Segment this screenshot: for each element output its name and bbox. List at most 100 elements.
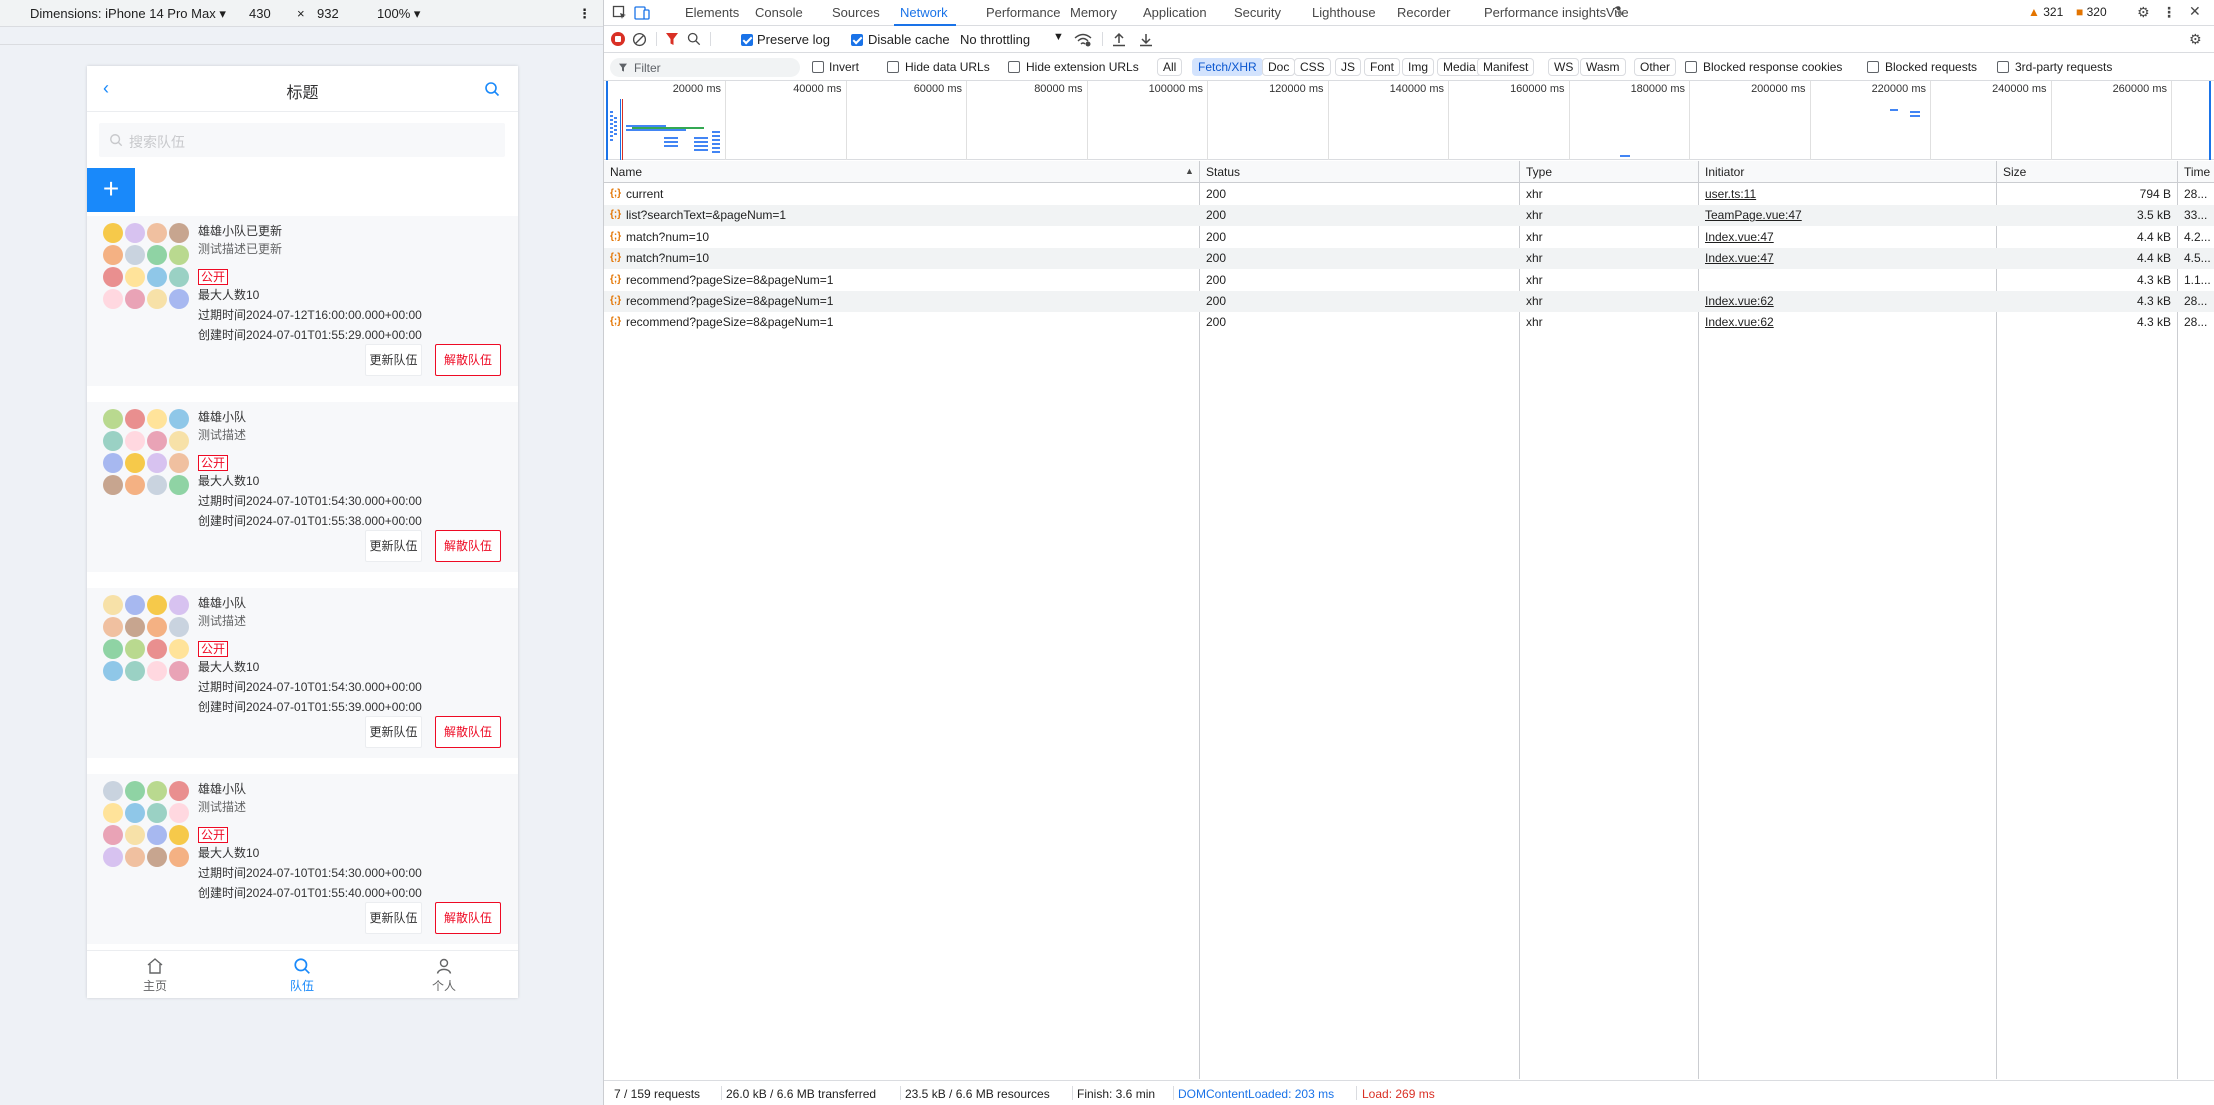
cell-name: list?searchText=&pageNum=1 <box>626 208 787 223</box>
network-overview-timeline[interactable]: 20000 ms 40000 ms 60000 ms 80000 ms 100000 m… <box>604 81 2214 160</box>
filter-icon[interactable] <box>665 32 679 47</box>
blocked-cookies-checkbox[interactable] <box>1685 61 1697 73</box>
third-party-checkbox[interactable] <box>1997 61 2009 73</box>
import-har-icon[interactable] <box>1112 32 1126 47</box>
warnings-badge[interactable]: ▲ 321 <box>2028 5 2063 19</box>
cell-initiator[interactable]: Index.vue:62 <box>1705 294 1989 308</box>
table-row[interactable]: {;} list?searchText=&pageNum=1 200 xhr TeamP… <box>604 205 2214 227</box>
close-icon[interactable]: ✕ <box>2189 3 2201 20</box>
column-header-initiator[interactable]: Initiator <box>1705 165 1744 179</box>
hide-extension-urls-checkbox[interactable] <box>1008 61 1020 73</box>
column-header-type[interactable]: Type <box>1526 165 1552 179</box>
team-avatar <box>102 222 190 310</box>
preserve-log-checkbox[interactable] <box>741 34 753 46</box>
tab-network[interactable]: Network <box>900 5 948 20</box>
cell-initiator[interactable]: Index.vue:62 <box>1705 315 1989 329</box>
tab-application[interactable]: Application <box>1143 5 1207 20</box>
filter-type-wasm[interactable]: Wasm <box>1580 58 1626 76</box>
device-height[interactable]: 932 <box>317 6 339 21</box>
dissolve-team-button[interactable]: 解散队伍 <box>435 530 501 562</box>
tab-console[interactable]: Console <box>755 5 803 20</box>
add-team-button[interactable]: + <box>87 168 135 212</box>
search-icon[interactable] <box>484 81 500 97</box>
throttling-select[interactable]: No throttling <box>960 32 1030 47</box>
invert-checkbox[interactable] <box>812 61 824 73</box>
dissolve-team-button[interactable]: 解散队伍 <box>435 902 501 934</box>
table-row[interactable]: {;} match?num=10 200 xhr Index.vue:47 4.4 kB 4… <box>604 248 2214 270</box>
tab-security[interactable]: Security <box>1234 5 1281 20</box>
column-header-status[interactable]: Status <box>1206 165 1240 179</box>
table-row[interactable]: {;} recommend?pageSize=8&pageNum=1 200 xhr I… <box>604 291 2214 312</box>
xhr-icon: {;} <box>610 273 622 285</box>
device-select[interactable]: Dimensions: iPhone 14 Pro Max ▾ <box>30 6 226 22</box>
filter-type-manifest[interactable]: Manifest <box>1477 58 1535 76</box>
chevron-down-icon[interactable]: ▼ <box>1053 31 1064 43</box>
device-toggle-icon[interactable] <box>634 5 650 21</box>
tab-home[interactable]: 主页 <box>125 957 185 994</box>
clear-icon[interactable] <box>632 32 647 47</box>
tab-performance-insights[interactable]: Performance insights <box>1484 5 1606 20</box>
timeline-tick: 260000 ms <box>2112 83 2167 95</box>
tab-lighthouse[interactable]: Lighthouse <box>1312 5 1376 20</box>
filter-type-font[interactable]: Font <box>1364 58 1401 76</box>
filter-type-ws[interactable]: WS <box>1548 58 1580 76</box>
update-team-button[interactable]: 更新队伍 <box>365 716 422 748</box>
tab-memory[interactable]: Memory <box>1070 5 1117 20</box>
throttling-value: No throttling <box>960 32 1031 47</box>
tab-elements[interactable]: Elements <box>685 5 739 20</box>
cell-initiator[interactable]: Index.vue:47 <box>1705 251 1989 265</box>
more-vert-icon[interactable]: ⋮ <box>578 6 591 22</box>
tab-team[interactable]: 队伍 <box>272 957 332 994</box>
search-input[interactable]: 搜索队伍 <box>99 123 505 157</box>
network-settings-gear-icon[interactable]: ⚙ <box>2189 31 2202 48</box>
table-row[interactable]: {;} match?num=10 200 xhr Index.vue:47 4.4 kB 4… <box>604 227 2214 248</box>
disable-cache-checkbox[interactable] <box>851 34 863 46</box>
dissolve-team-button[interactable]: 解散队伍 <box>435 716 501 748</box>
team-max-members: 最大人数10 <box>198 288 260 302</box>
table-row[interactable]: {;} recommend?pageSize=8&pageNum=1 200 xhr I… <box>604 312 2214 333</box>
filter-type-all[interactable]: All <box>1157 58 1183 76</box>
tab-sources[interactable]: Sources <box>832 5 880 20</box>
inspect-element-icon[interactable] <box>612 5 628 21</box>
column-header-size[interactable]: Size <box>2003 165 2026 179</box>
sort-ascending-icon[interactable]: ▲ <box>1185 166 1194 176</box>
filter-input[interactable]: Filter <box>610 58 800 77</box>
filter-type-img[interactable]: Img <box>1402 58 1435 76</box>
more-vert-icon[interactable]: ⋮ <box>2162 4 2176 21</box>
record-button[interactable] <box>611 32 625 46</box>
timeline-bar <box>1890 109 1898 111</box>
tab-recorder[interactable]: Recorder <box>1397 5 1450 20</box>
filter-type-other[interactable]: Other <box>1634 58 1677 76</box>
filter-type-doc[interactable]: Doc <box>1262 58 1296 76</box>
column-header-time[interactable]: Time <box>2184 165 2210 179</box>
tab-profile[interactable]: 个人 <box>414 957 474 994</box>
cell-initiator[interactable]: user.ts:11 <box>1705 187 1989 201</box>
update-team-button[interactable]: 更新队伍 <box>365 344 422 376</box>
filter-bar: Filter Invert Hide data URLs Hide extens… <box>604 54 2214 81</box>
column-header-name[interactable]: Name <box>610 165 642 179</box>
search-icon[interactable] <box>687 32 701 46</box>
filter-type-media[interactable]: Media <box>1437 58 1482 76</box>
issues-badge[interactable]: ■ 320 <box>2076 5 2107 19</box>
filter-type-css[interactable]: CSS <box>1294 58 1331 76</box>
gear-icon[interactable]: ⚙ <box>2137 4 2150 21</box>
table-row[interactable]: {;} current 200 xhr user.ts:11 794 B 28... <box>604 184 2214 205</box>
cell-initiator[interactable]: Index.vue:47 <box>1705 230 1989 244</box>
table-header: Name Status Type Initiator Size Time ▲ <box>604 161 2214 183</box>
export-har-icon[interactable] <box>1139 32 1153 47</box>
update-team-button[interactable]: 更新队伍 <box>365 530 422 562</box>
device-width[interactable]: 430 <box>249 6 271 21</box>
filter-type-fetchxhr[interactable]: Fetch/XHR <box>1192 58 1263 76</box>
zoom-select[interactable]: 100% ▾ <box>377 6 420 22</box>
update-team-button[interactable]: 更新队伍 <box>365 902 422 934</box>
hide-data-urls-checkbox[interactable] <box>887 61 899 73</box>
table-row[interactable]: {;} recommend?pageSize=8&pageNum=1 200 xhr 4… <box>604 270 2214 291</box>
tab-performance[interactable]: Performance <box>986 5 1060 20</box>
dissolve-team-button[interactable]: 解散队伍 <box>435 344 501 376</box>
network-conditions-icon[interactable] <box>1074 33 1092 47</box>
blocked-requests-checkbox[interactable] <box>1867 61 1879 73</box>
filter-type-js[interactable]: JS <box>1335 58 1362 76</box>
cell-initiator[interactable]: TeamPage.vue:47 <box>1705 208 1989 222</box>
cell-time: 28... <box>2184 294 2208 308</box>
timeline-gridline <box>2171 81 2172 160</box>
